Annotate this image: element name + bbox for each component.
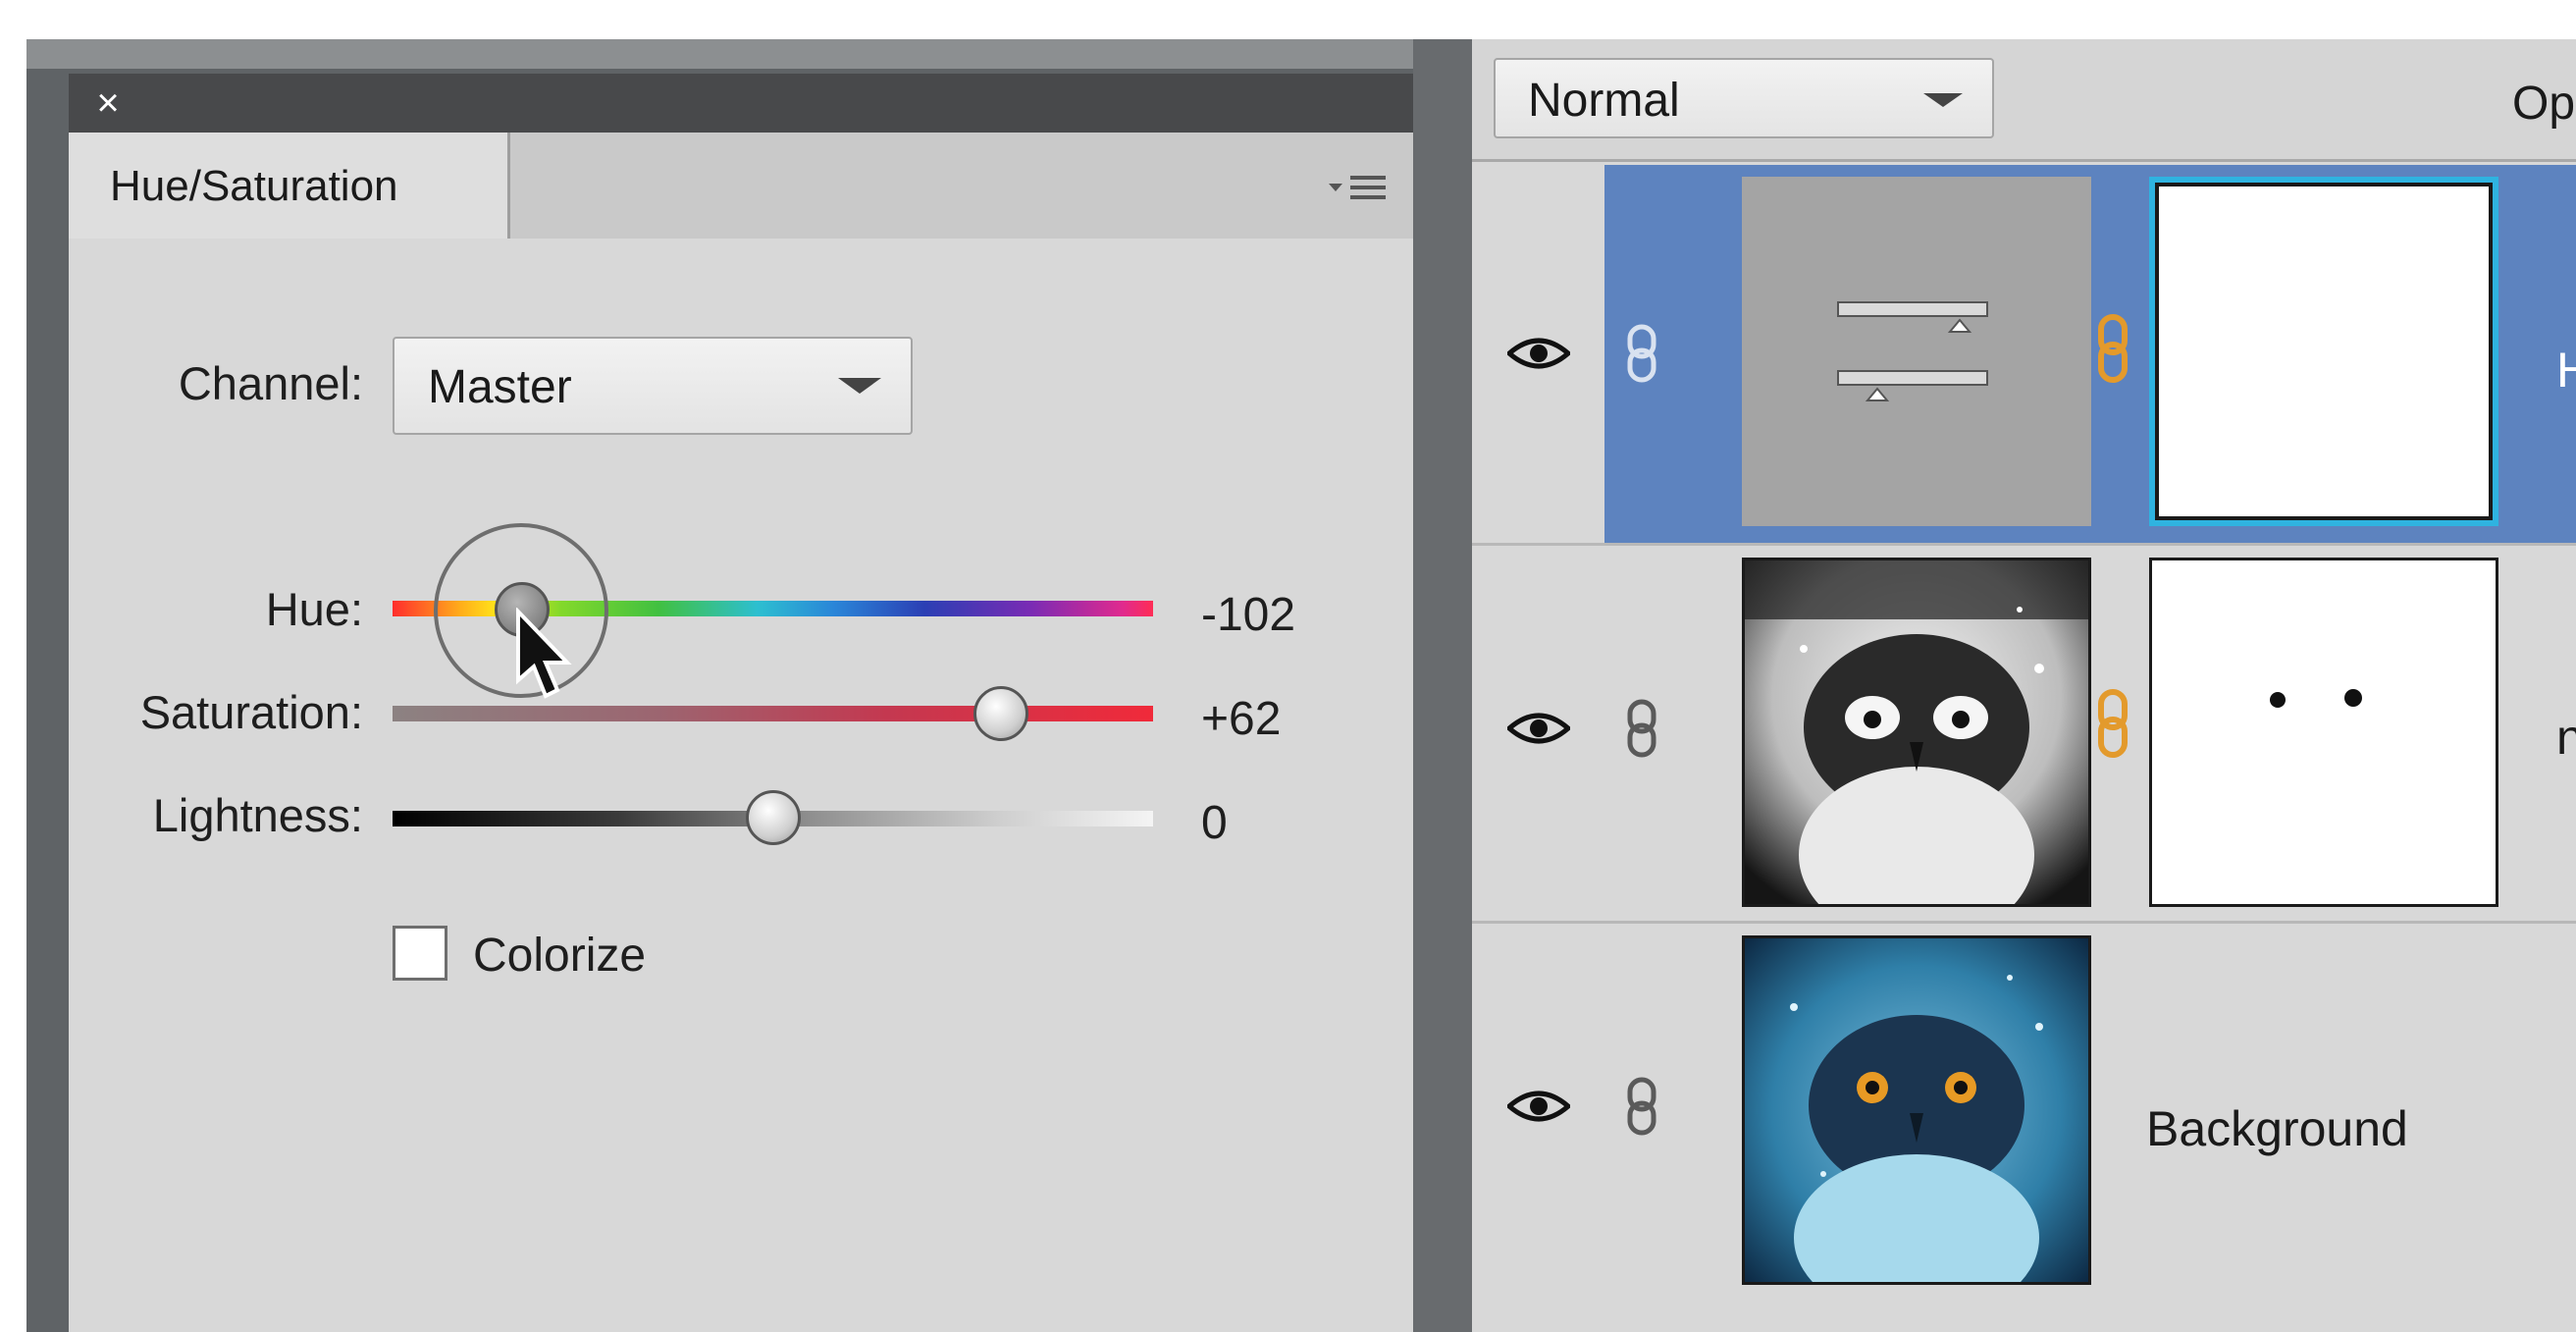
layer-name: n <box>2556 710 2576 765</box>
chain-link-icon[interactable] <box>2094 689 2131 758</box>
lightness-label: Lightness: <box>152 789 363 841</box>
hue-saturation-adjustment-icon <box>1837 301 1988 401</box>
layer-mask-thumbnail[interactable] <box>2149 177 2498 526</box>
visibility-eye-icon[interactable] <box>1507 709 1570 748</box>
layer-mask-thumbnail[interactable] <box>2149 558 2498 907</box>
chevron-down-icon <box>1923 93 1963 107</box>
chain-link-icon[interactable] <box>2094 314 2131 383</box>
saturation-slider-thumb[interactable] <box>973 686 1028 741</box>
saturation-value: +62 <box>1201 693 1282 745</box>
adjustment-layer-thumbnail <box>1742 177 2091 526</box>
mask-content <box>2270 689 2362 708</box>
visibility-eye-icon[interactable] <box>1507 334 1570 373</box>
colorize-label: Colorize <box>473 930 647 982</box>
hue-value: -102 <box>1201 589 1296 641</box>
layer-row-hue-saturation[interactable]: H <box>1472 165 2576 543</box>
colorize-checkbox[interactable] <box>393 926 447 981</box>
tab-hue-saturation[interactable]: Hue/Saturation <box>69 133 510 239</box>
hue-label: Hue: <box>265 583 363 635</box>
owl-image <box>1745 938 2088 1321</box>
saturation-label: Saturation: <box>139 686 363 738</box>
chevron-down-icon <box>838 378 881 394</box>
layer-name: H <box>2556 343 2576 398</box>
lightness-value: 0 <box>1201 797 1228 849</box>
layer-row-owl-mask[interactable]: n <box>1472 543 2576 943</box>
layer-row-background[interactable]: Background <box>1472 921 2576 1332</box>
layers-panel: Normal Op H n Background <box>1472 39 2576 1332</box>
screenshot-stage: × Hue/Saturation Channel: Master Hue: -1… <box>0 0 2576 1332</box>
link-icon[interactable] <box>1623 324 1660 383</box>
close-icon[interactable]: × <box>86 81 130 125</box>
blend-mode-value: Normal <box>1528 75 1680 127</box>
blend-mode-dropdown[interactable]: Normal <box>1494 58 1994 138</box>
mouse-cursor-icon <box>516 608 572 699</box>
opacity-label: Op <box>2512 78 2576 130</box>
layers-header: Normal Op <box>1472 39 2576 162</box>
channel-dropdown[interactable]: Master <box>393 337 913 435</box>
owl-bw-thumbnail <box>1742 558 2091 943</box>
lightness-slider-thumb[interactable] <box>746 790 801 845</box>
hue-saturation-panel: × Hue/Saturation Channel: Master Hue: -1… <box>69 74 1413 1332</box>
saturation-slider-track[interactable] <box>393 706 1153 721</box>
owl-image <box>1745 560 2088 943</box>
panel-titlebar: × <box>69 74 1413 133</box>
panel-menu-icon[interactable] <box>1325 168 1393 207</box>
layer-name-background: Background <box>2146 1101 2408 1156</box>
panel-body: Channel: Master Hue: -102 Saturation: +6… <box>69 239 1413 1332</box>
channel-label: Channel: <box>178 357 363 409</box>
channel-value: Master <box>428 361 572 413</box>
link-icon[interactable] <box>1623 699 1660 758</box>
panel-divider <box>1413 39 1472 1332</box>
visibility-eye-icon[interactable] <box>1507 1087 1570 1126</box>
link-icon[interactable] <box>1623 1077 1660 1136</box>
left-panel-frame-top <box>26 39 1413 69</box>
owl-color-thumbnail <box>1742 935 2091 1321</box>
tab-label: Hue/Saturation <box>110 162 398 210</box>
